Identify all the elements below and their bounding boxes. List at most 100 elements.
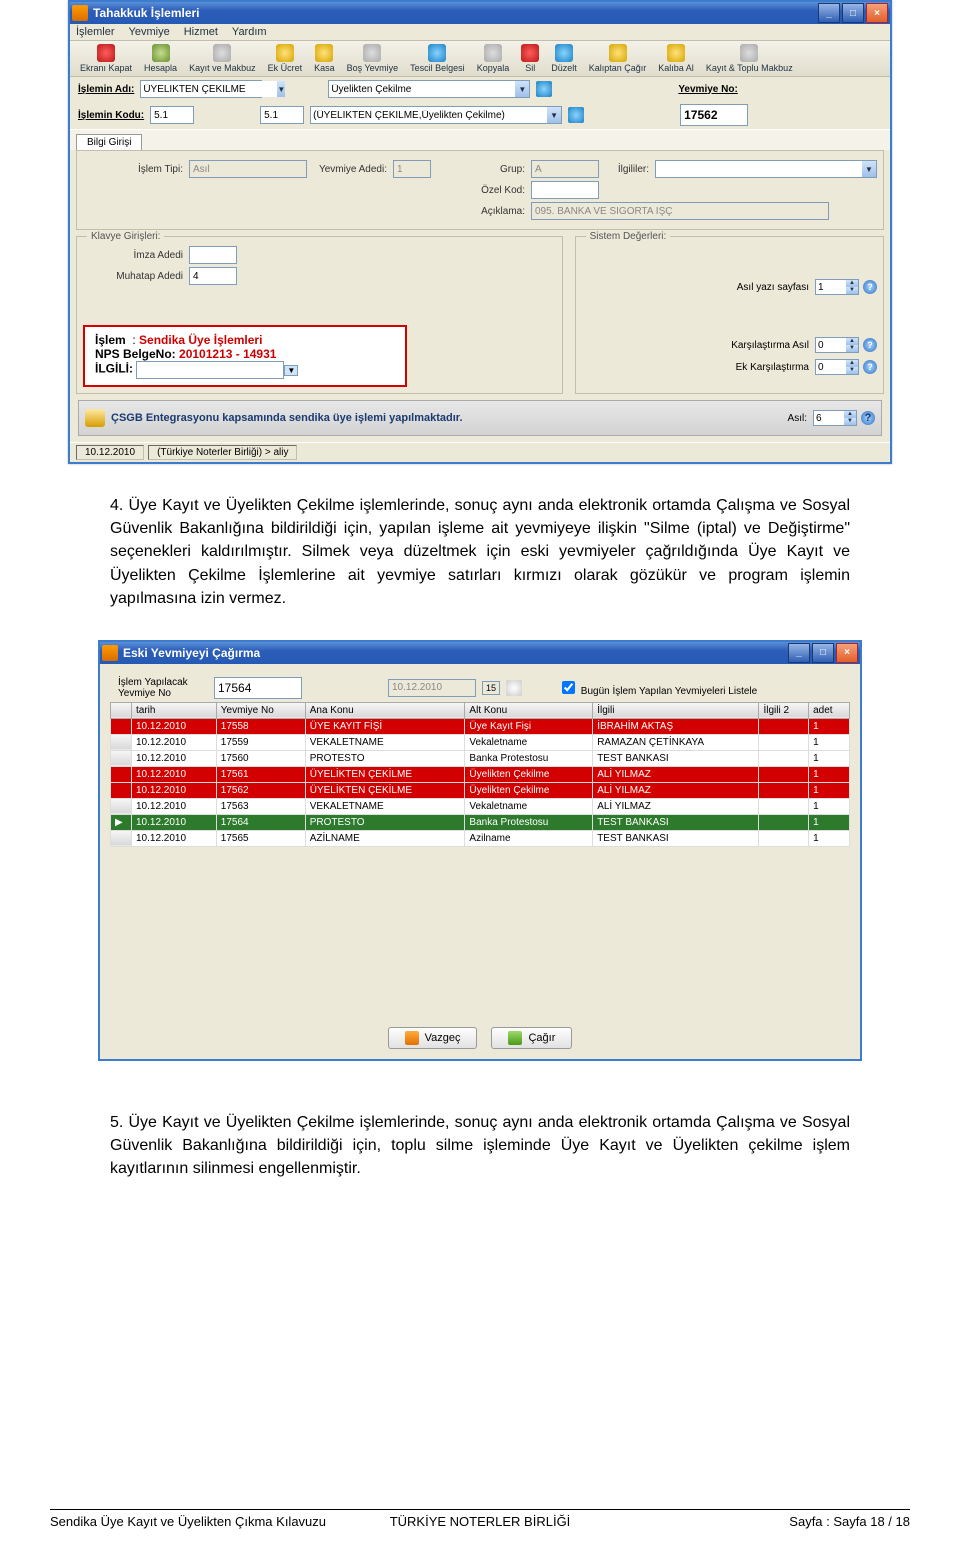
ilgililer-dropdown[interactable] [656,161,862,177]
yevmiye-no-field[interactable] [680,104,748,126]
toolbar-icon [363,44,381,62]
toolbar-icon [428,44,446,62]
spin-up-icon[interactable]: ▲ [844,411,856,418]
table-row[interactable]: 10.12.201017560PROTESTOBanka ProtestosuT… [111,750,850,766]
banner-text: ÇSGB Entegrasyonu kapsamında sendika üye… [111,412,463,424]
islem-adi-field[interactable] [141,81,277,97]
spin-down-icon[interactable]: ▼ [846,367,858,374]
maximize-button[interactable]: □ [842,3,864,23]
toolbar-kal-ba-al[interactable]: Kalıba Al [652,43,700,74]
spin-down-icon[interactable]: ▼ [846,345,858,352]
table-row[interactable]: ▶10.12.201017564PROTESTOBanka Protestosu… [111,814,850,830]
help-icon[interactable]: ? [863,360,877,374]
redbox-nps-label: NPS BelgeNo: [95,347,176,361]
yevmiye-grid[interactable]: tarihYevmiye NoAna KonuAlt Konuİlgiliİlg… [110,702,850,847]
search-icon[interactable] [568,107,584,123]
calendar-icon[interactable] [506,680,522,696]
toolbar-icon [740,44,758,62]
close-button[interactable]: × [836,643,858,663]
spin-up-icon[interactable]: ▲ [846,280,858,287]
spin-down-icon[interactable]: ▼ [844,418,856,425]
column-header[interactable]: İlgili 2 [759,702,809,718]
help-icon[interactable]: ? [863,338,877,352]
toolbar-kal-ptan-a-r[interactable]: Kalıptan Çağır [583,43,653,74]
page-footer: TÜRKİYE NOTERLER BİRLİĞİ Sendika Üye Kay… [50,1509,910,1529]
yevmiye-no-label: İşlem Yapılacak Yevmiye No [118,677,208,699]
minimize-button[interactable]: _ [788,643,810,663]
minimize-button[interactable]: _ [818,3,840,23]
islem-kodu-dropdown[interactable] [311,107,547,123]
table-row[interactable]: 10.12.201017559VEKALETNAMEVekaletnameRAM… [111,734,850,750]
toolbar-kay-t-toplu-makbuz[interactable]: Kayıt & Toplu Makbuz [700,43,799,74]
dropdown-arrow-icon[interactable]: ▼ [277,81,285,97]
toolbar-sil[interactable]: Sil [515,43,545,74]
table-row[interactable]: 10.12.201017558ÜYE KAYIT FİŞİÜye Kayıt F… [111,718,850,734]
vazgec-button[interactable]: Vazgeç [388,1027,478,1049]
toolbar-tescil-belgesi[interactable]: Tescil Belgesi [404,43,471,74]
spin-down-icon[interactable]: ▼ [846,287,858,294]
yevmiye-no-field[interactable] [214,677,302,699]
ek-kars-field[interactable] [816,360,846,374]
status-date: 10.12.2010 [76,445,144,460]
kars-asil-field[interactable] [816,338,846,352]
redbox-ilgili-label: İLGİLİ: [95,362,133,376]
toolbar-icon [97,44,115,62]
aciklama-field [531,202,829,220]
menu-hizmet[interactable]: Hizmet [184,26,218,38]
toolbar-ekran-kapat[interactable]: Ekranı Kapat [74,43,138,74]
table-row[interactable]: 10.12.201017562ÜYELİKTEN ÇEKİLMEÜyelikte… [111,782,850,798]
imza-adedi-field[interactable] [189,246,237,264]
eski-yevmiye-window: Eski Yevmiyeyi Çağırma _ □ × İşlem Yapıl… [98,640,862,1061]
yevmiye-adedi-label: Yevmiye Adedi: [307,164,393,175]
maximize-button[interactable]: □ [812,643,834,663]
toolbar-kay-t-ve-makbuz[interactable]: Kayıt ve Makbuz [183,43,262,74]
spin-up-icon[interactable]: ▲ [846,360,858,367]
ozel-kod-field[interactable] [531,181,599,199]
date-field [388,679,476,697]
aciklama-label: Açıklama: [465,206,531,217]
toolbar-kasa[interactable]: Kasa [308,43,341,74]
column-header[interactable]: adet [809,702,850,718]
islem-adi-dropdown[interactable] [329,81,515,97]
column-header[interactable]: Alt Konu [465,702,593,718]
toolbar: Ekranı KapatHesaplaKayıt ve MakbuzEk Ücr… [70,41,890,77]
cancel-icon [405,1031,419,1045]
help-icon[interactable]: ? [861,411,875,425]
toolbar-d-zelt[interactable]: Düzelt [545,43,583,74]
table-row[interactable]: 10.12.201017565AZİLNAMEAzilnameTEST BANK… [111,830,850,846]
menu-islemler[interactable]: İşlemler [76,26,115,38]
spin-up-icon[interactable]: ▲ [846,338,858,345]
dropdown-arrow-icon[interactable]: ▼ [284,365,298,376]
column-header[interactable]: Ana Konu [305,702,465,718]
listele-checkbox[interactable]: Bugün İşlem Yapılan Yevmiyeleri Listele [558,678,757,697]
cagir-button[interactable]: Çağır [491,1027,572,1049]
redbox-ilgili-field[interactable] [136,361,284,379]
day-field[interactable]: 15 [482,681,500,695]
asil-yazi-field[interactable] [816,280,846,294]
islem-highlight-box: İşlem : Sendika Üye İşlemleri NPS BelgeN… [83,325,407,387]
menu-yevmiye[interactable]: Yevmiye [129,26,170,38]
search-icon[interactable] [536,81,552,97]
toolbar-bo-yevmiye[interactable]: Boş Yevmiye [341,43,405,74]
toolbar-kopyala[interactable]: Kopyala [471,43,516,74]
dropdown-arrow-icon[interactable]: ▼ [547,107,561,123]
table-row[interactable]: 10.12.201017563VEKALETNAMEVekaletnameALİ… [111,798,850,814]
column-header[interactable]: İlgili [593,702,759,718]
table-row[interactable]: 10.12.201017561ÜYELİKTEN ÇEKİLMEÜyelikte… [111,766,850,782]
toolbar-ek-cret[interactable]: Ek Ücret [262,43,309,74]
close-button[interactable]: × [866,3,888,23]
toolbar-hesapla[interactable]: Hesapla [138,43,183,74]
muhatap-adedi-field[interactable] [189,267,237,285]
islem-kodu-field2[interactable] [260,106,304,124]
islem-kodu-field[interactable] [150,106,194,124]
column-header[interactable]: tarih [132,702,217,718]
dropdown-arrow-icon[interactable]: ▼ [515,81,529,97]
yevmiye-no-label: Yevmiye No: [678,84,737,95]
column-header[interactable]: Yevmiye No [216,702,305,718]
banner-icon [85,409,105,427]
help-icon[interactable]: ? [863,280,877,294]
tab-bilgi-girisi[interactable]: Bilgi Girişi [76,134,142,150]
asil-field[interactable] [814,411,844,425]
dropdown-arrow-icon[interactable]: ▼ [862,161,876,177]
menu-yardim[interactable]: Yardım [232,26,267,38]
